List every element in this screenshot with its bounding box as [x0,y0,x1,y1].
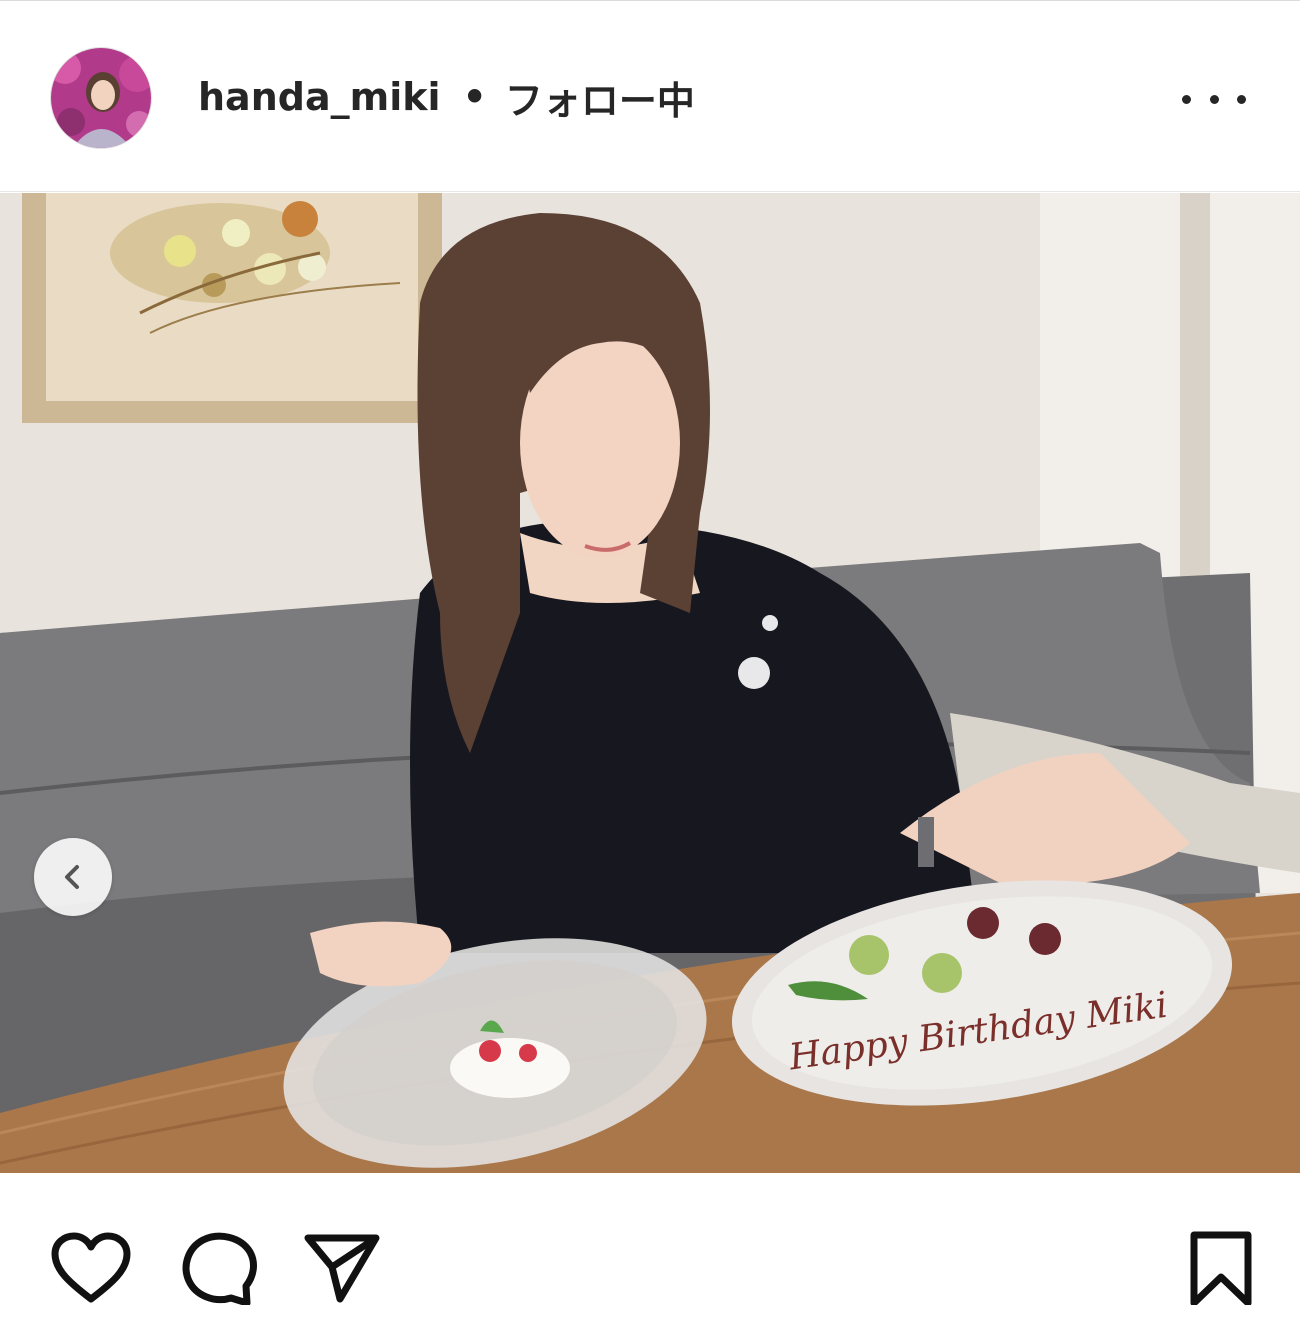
username[interactable]: handa_miki [198,75,441,119]
separator-dot: • [462,75,487,119]
post-actions [0,1173,1300,1330]
post-photo[interactable]: Happy Birthday Miki [0,193,1300,1173]
header-text: handa_miki • フォロー中 [198,73,695,123]
follow-status[interactable]: フォロー中 [505,70,695,125]
wall-art-frame [22,193,442,423]
bookmark-icon[interactable] [1182,1231,1264,1307]
more-options-icon[interactable] [1182,85,1246,113]
comment-icon[interactable] [178,1231,260,1307]
paper-plane-icon[interactable] [302,1231,384,1305]
avatar[interactable] [50,47,152,149]
chevron-left-icon[interactable] [34,838,112,916]
post-header: handa_miki • フォロー中 [0,0,1300,192]
heart-icon[interactable] [50,1231,132,1305]
photo-illustration: Happy Birthday Miki [0,193,1300,1173]
